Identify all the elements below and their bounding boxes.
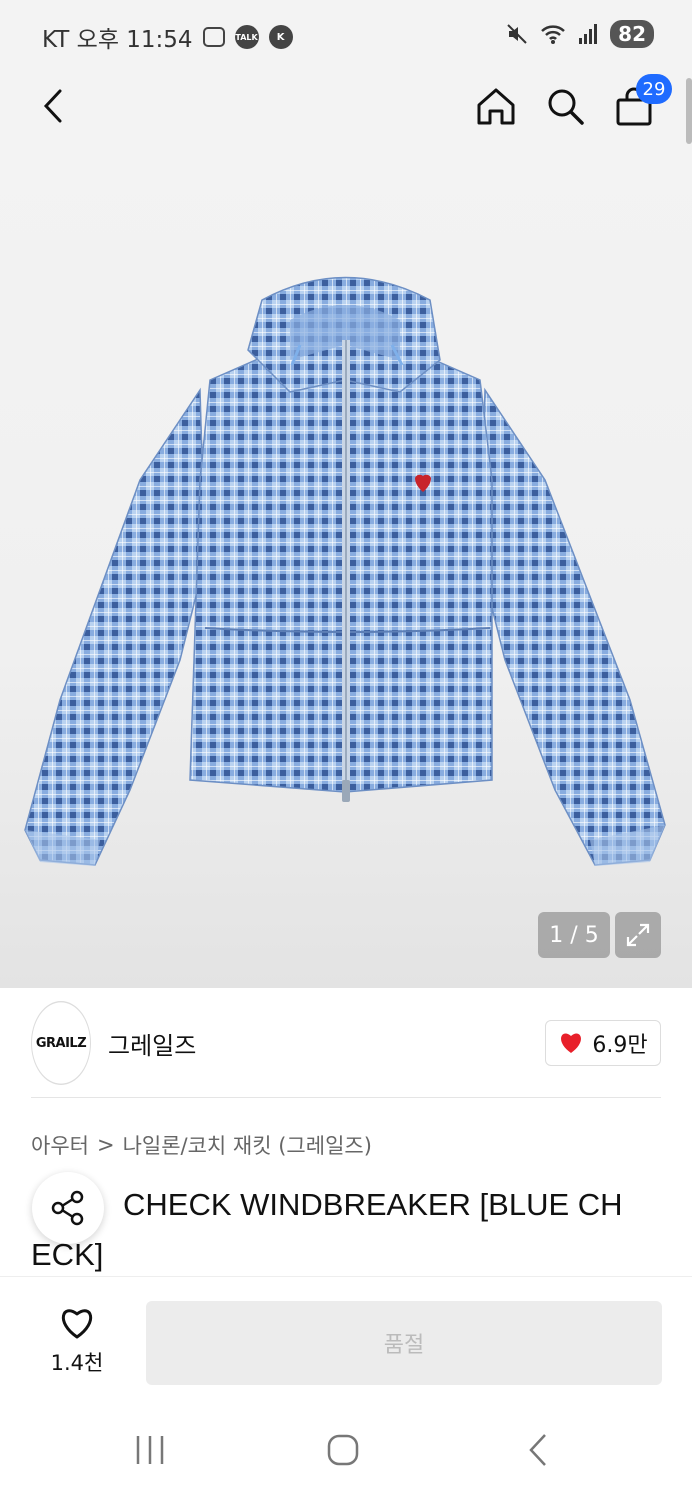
mute-icon [507,24,527,44]
k-app-icon: K [268,25,293,49]
brand-like-button[interactable]: 6.9만 [545,1020,661,1066]
product-title: CHECK WINDBREAKER [BLUE CH ECK] [31,1180,661,1280]
product-title-text: CHECK WINDBREAKER [BLUE CH ECK] [31,1187,623,1272]
heart-filled-icon [561,1033,582,1053]
soldout-button[interactable]: 품절 [146,1301,662,1385]
home-icon [477,88,515,125]
share-icon [51,1190,84,1226]
breadcrumb-subcategory[interactable]: 나일론/코치 재킷 (그레일즈) [123,1130,372,1160]
brand-name[interactable]: 그레일즈 [108,1026,196,1061]
search-button[interactable] [543,84,587,128]
brand-like-count: 6.9만 [592,1033,648,1058]
system-nav-bar [0,1402,692,1500]
product-image [24,276,666,866]
home-button[interactable] [474,84,518,128]
status-bar: KT 오후 11:54 TALK K 82 [0,0,692,70]
brand-row: GRAILZ 그레일즈 6.9만 [0,988,692,1098]
breadcrumb: 아우터 > 나일론/코치 재킷 (그레일즈) [31,1130,372,1160]
share-button[interactable] [32,1172,104,1244]
divider [31,1097,661,1098]
battery-level: 82 [610,20,654,48]
status-left: KT 오후 11:54 TALK K [42,20,293,54]
cart-count-badge: 29 [636,74,672,104]
wishlist-button[interactable]: 1.4천 [40,1305,114,1377]
home-nav-icon [327,1434,359,1466]
top-header: 29 [0,70,692,150]
wifi-icon [541,25,566,44]
breadcrumb-category[interactable]: 아우터 [31,1130,89,1160]
scrollbar[interactable] [686,78,692,144]
signal-icon [579,24,598,44]
back-arrow-icon [43,89,62,123]
breadcrumb-separator: > [96,1133,115,1157]
gallery-notification-icon [202,27,225,47]
search-icon [548,89,584,125]
brand-logo[interactable]: GRAILZ [31,1001,91,1085]
expand-image-button[interactable] [615,912,661,958]
recent-apps-button[interactable] [130,1430,170,1470]
wishlist-count: 1.4천 [50,1351,104,1375]
back-nav-icon [529,1434,546,1466]
home-nav-button[interactable] [323,1430,363,1470]
back-button[interactable] [32,84,76,128]
product-image-gallery[interactable] [0,150,692,988]
back-nav-button[interactable] [518,1430,558,1470]
carrier-time: KT 오후 11:54 [42,27,193,53]
recent-apps-icon [136,1436,164,1464]
brand-logo-text: GRAILZ [35,1035,87,1051]
status-right: 82 [506,20,654,48]
heart-outline-icon [61,1309,93,1339]
cart-button[interactable]: 29 [612,74,672,128]
image-counter: 1 / 5 [538,912,610,958]
expand-icon [626,923,650,947]
kakaotalk-icon: TALK [234,25,259,49]
bottom-action-bar: 1.4천 품절 [0,1276,692,1402]
